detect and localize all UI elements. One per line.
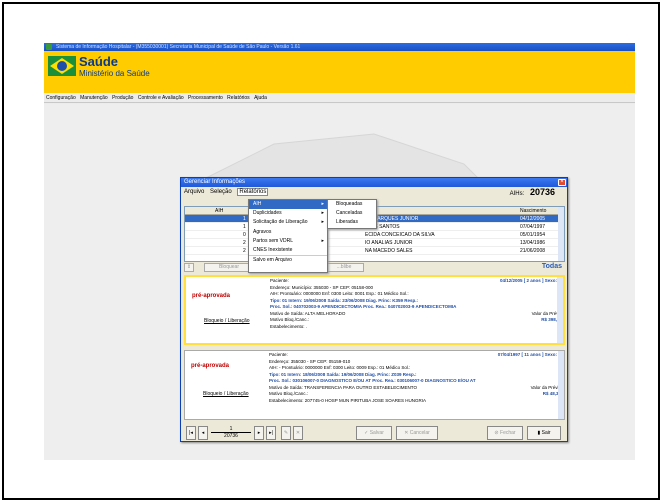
dropdown-item-aih[interactable]: AIH ▸ bbox=[249, 200, 327, 210]
window-title: Sistema de Informação Hospitalar - (M355… bbox=[56, 44, 301, 50]
pager-current: 1 bbox=[211, 426, 251, 433]
brand-subtitle: Ministério da Saúde bbox=[79, 69, 150, 78]
dropdown-item-cnes[interactable]: CNES Inexistente bbox=[249, 246, 327, 255]
aih-submenu: Bloqueadas Canceladas Liberadas bbox=[327, 199, 377, 229]
dialog-menu-arquivo[interactable]: Arquivo bbox=[184, 189, 204, 195]
delete-icon[interactable]: ✕ bbox=[293, 426, 303, 440]
cards-scrollbar[interactable] bbox=[558, 351, 564, 419]
table-row[interactable]: 0 ECIDA CONCEICAO DA SILVA 05/01/1954 bbox=[185, 231, 564, 239]
aih-details: Paciente: 07/04/1997 [ 11 anos ] Sexo: F … bbox=[269, 352, 561, 403]
relatorios-dropdown: AIH ▸ Duplicidades ▸ Solicitação de Libera… bbox=[248, 199, 328, 273]
menu-relatorios[interactable]: Relatórios bbox=[227, 93, 250, 103]
next-record-icon[interactable]: ▸ bbox=[254, 426, 264, 440]
aih-card[interactable]: pré-aprovada Bloqueio / Liberação Pacien… bbox=[184, 275, 565, 345]
cards-scrollbar[interactable] bbox=[557, 277, 563, 343]
app-icon bbox=[46, 44, 52, 50]
dialog-title: Gerenciar Informações bbox=[184, 179, 246, 185]
main-menubar: Configuração Manutenção Produção Control… bbox=[44, 93, 635, 103]
menu-controle-avaliacao[interactable]: Controle e Avaliação bbox=[138, 93, 184, 103]
col-nascimento[interactable]: Nascimento bbox=[520, 208, 546, 214]
dialog-menubar: Arquivo Seleção Relatórios AIHs: 20736 bbox=[181, 187, 567, 197]
submenu-liberadas[interactable]: Liberadas bbox=[328, 218, 376, 227]
dialog-footer: |◂ ◂ 1 20736 ▸ ▸| ✎ ✕ ✓ Salvar ✕ Cancela… bbox=[184, 426, 565, 440]
dialog-titlebar: Gerenciar Informações × bbox=[181, 178, 567, 187]
aihs-counter: AIHs: 20736 bbox=[510, 187, 555, 199]
table-row[interactable]: 2 NA MACEDO SALES 21/06/2008 bbox=[185, 247, 564, 255]
window-titlebar: Sistema de Informação Hospitalar - (M355… bbox=[44, 43, 635, 51]
close-icon[interactable]: × bbox=[558, 179, 566, 186]
banner: Saúde Ministério da Saúde bbox=[44, 51, 635, 93]
menu-producao[interactable]: Produção bbox=[112, 93, 133, 103]
menu-processamento[interactable]: Processamento bbox=[188, 93, 223, 103]
todas-label[interactable]: Todas bbox=[542, 263, 562, 270]
aih-details: Paciente: 04/12/2005 [ 2 anos ] Sexo: M E… bbox=[270, 278, 562, 329]
grid-options-icon[interactable]: ⇕ bbox=[184, 263, 194, 272]
first-record-icon[interactable]: |◂ bbox=[186, 426, 196, 440]
status-badge: pré-aprovada bbox=[192, 293, 231, 299]
desbloquear-button[interactable]: ...blibe bbox=[324, 263, 364, 272]
grid-scrollbar[interactable] bbox=[558, 207, 564, 261]
menu-manutencao[interactable]: Manutenção bbox=[80, 93, 108, 103]
pager-total: 20736 bbox=[224, 433, 238, 439]
submenu-canceladas[interactable]: Canceladas bbox=[328, 209, 376, 218]
edit-icon[interactable]: ✎ bbox=[281, 426, 291, 440]
sair-button[interactable]: ▮ Sair bbox=[527, 426, 561, 440]
dropdown-item-agravos[interactable]: Agravos bbox=[249, 228, 327, 237]
table-row[interactable]: 2 IO ANALIAS JUNIOR 13/04/1986 bbox=[185, 239, 564, 247]
submenu-bloqueadas[interactable]: Bloqueadas bbox=[328, 200, 376, 209]
sus-logo-icon bbox=[48, 56, 76, 76]
dialog-menu-selecao[interactable]: Seleção bbox=[210, 189, 232, 195]
aih-card[interactable]: pré-aprovada Bloqueio / Liberação Pacien… bbox=[184, 350, 565, 420]
cancelar-button[interactable]: ✕ Cancelar bbox=[396, 426, 438, 440]
brand-name: Saúde bbox=[79, 54, 119, 69]
bloquear-button[interactable]: Bloquear bbox=[204, 263, 254, 272]
menu-configuracao[interactable]: Configuração bbox=[46, 93, 76, 103]
dropdown-item-solicitacao[interactable]: Solicitação de Liberação ▸ bbox=[249, 218, 327, 227]
prev-record-icon[interactable]: ◂ bbox=[198, 426, 208, 440]
last-record-icon[interactable]: ▸| bbox=[266, 426, 276, 440]
col-aih[interactable]: AIH bbox=[215, 208, 223, 214]
menu-ajuda[interactable]: Ajuda bbox=[254, 93, 267, 103]
bloqueio-liberacao-link[interactable]: Bloqueio / Liberação bbox=[204, 318, 250, 324]
salvar-button[interactable]: ✓ Salvar bbox=[356, 426, 392, 440]
dropdown-item-salvo[interactable]: Salvo em Arquivo bbox=[249, 255, 327, 264]
dialog-menu-relatorios[interactable]: Relatórios bbox=[237, 188, 269, 196]
status-badge: pré-aprovada bbox=[191, 363, 230, 369]
bloqueio-liberacao-link[interactable]: Bloqueio / Liberação bbox=[203, 391, 249, 397]
aihs-label: AIHs: bbox=[509, 191, 525, 197]
grid-toolbar: ⇕ Bloquear ...blibe Todas bbox=[184, 263, 565, 272]
dropdown-item-duplicidades[interactable]: Duplicidades ▸ bbox=[249, 209, 327, 218]
fechar-button[interactable]: ⊘ Fechar bbox=[487, 426, 523, 440]
pager-display: 1 20736 bbox=[211, 426, 251, 440]
dropdown-item-partos[interactable]: Partos sem VDRL ▸ bbox=[249, 237, 327, 246]
aihs-count: 20736 bbox=[529, 187, 555, 197]
